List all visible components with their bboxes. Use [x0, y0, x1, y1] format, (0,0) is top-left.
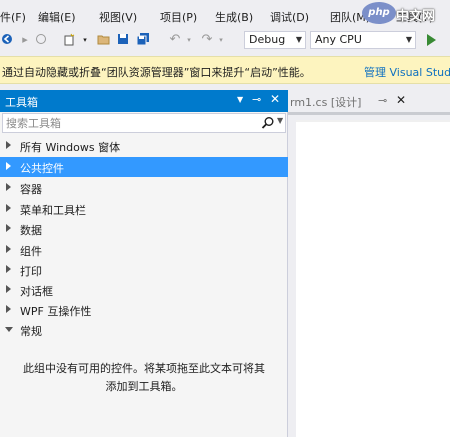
toolbox-group-label: 打印 [20, 265, 42, 278]
expand-arrow-icon [6, 204, 11, 212]
menu-edit[interactable]: 编辑(E) [38, 9, 76, 25]
toolbox-empty-message: 此组中没有可用的控件。将某项拖至此文本可将其 添加到工具箱。 [0, 360, 288, 396]
toolbox-group-label: 公共控件 [20, 162, 64, 175]
redo-icon[interactable]: ↷ [200, 33, 214, 47]
pin-tab-icon[interactable]: ⊸ [378, 94, 387, 107]
toolbox-group-general[interactable]: 常规 [0, 320, 288, 340]
designer-top-strip [296, 120, 450, 122]
menu-project[interactable]: 项目(P) [160, 9, 197, 25]
toolbox-group-label: 数据 [20, 224, 42, 237]
toolbox-panel: 工具箱 ▼ ⊸ ✕ ▼ 所有 Windows 窗体 公共控件 容器 菜单和工具栏… [0, 90, 288, 437]
expand-arrow-icon [6, 162, 11, 170]
php-logo-mark: php [362, 2, 396, 24]
standard-toolbar: ▸ ▾ ↶ ▾ ↷ ▾ Debug ▼ Any CPU ▼ [0, 28, 450, 54]
tab-well-divider [288, 112, 450, 115]
start-debug-icon[interactable] [427, 34, 436, 46]
form-designer-surface[interactable] [296, 120, 450, 437]
toolbox-group-all-windows-forms[interactable]: 所有 Windows 窗体 [0, 136, 288, 156]
pin-icon[interactable]: ⊸ [252, 93, 261, 106]
toolbox-group-label: 常规 [20, 325, 42, 338]
toolbox-group-menus-toolbars[interactable]: 菜单和工具栏 [0, 199, 288, 219]
empty-message-line2: 添加到工具箱。 [105, 380, 183, 393]
expand-arrow-icon [6, 285, 11, 293]
open-file-icon[interactable] [96, 33, 110, 47]
platform-value: Any CPU [315, 33, 362, 46]
info-bar-message: 通过自动隐藏或折叠“团队资源管理器”窗口来提升“启动”性能。 [2, 66, 311, 79]
toolbox-search-input[interactable] [6, 115, 256, 131]
configuration-value: Debug [249, 33, 286, 46]
menu-build[interactable]: 生成(B) [215, 9, 253, 25]
expand-arrow-icon [6, 245, 11, 253]
toolbox-group-label: 对话框 [20, 285, 53, 298]
forward-icon[interactable]: ▸ [18, 33, 32, 47]
menu-bar: 件(F) 编辑(E) 视图(V) 项目(P) 生成(B) 调试(D) 团队(M)… [0, 0, 450, 28]
toolbox-group-label: 组件 [20, 245, 42, 258]
search-icon[interactable] [261, 116, 275, 130]
php-logo-text: 中文网 [396, 9, 436, 24]
php-logo: php 中文网 [362, 2, 448, 24]
new-project-icon[interactable] [62, 33, 76, 47]
solution-configuration-select[interactable]: Debug ▼ [244, 31, 306, 49]
document-area: rm1.cs [设计] ⊸ ✕ [288, 90, 450, 437]
menu-debug[interactable]: 调试(D) [270, 9, 309, 25]
expand-arrow-icon [6, 305, 11, 313]
window-position-dropdown-icon[interactable]: ▼ [237, 95, 243, 104]
solution-platform-select[interactable]: Any CPU ▼ [310, 31, 416, 49]
undo-dropdown-icon[interactable]: ▾ [182, 33, 196, 47]
info-bar-manage-link[interactable]: 管理 Visual Studio [364, 64, 450, 80]
chevron-down-icon: ▼ [295, 35, 302, 44]
dropdown-icon[interactable]: ▾ [78, 33, 92, 47]
menu-view[interactable]: 视图(V) [99, 9, 137, 25]
toolbox-group-common-controls[interactable]: 公共控件 [0, 157, 288, 177]
expand-arrow-icon [6, 265, 11, 273]
expand-arrow-icon [6, 141, 11, 149]
history-icon[interactable] [34, 33, 48, 47]
empty-message-line1: 此组中没有可用的控件。将某项拖至此文本可将其 [23, 362, 265, 375]
toolbox-group-printing[interactable]: 打印 [0, 260, 288, 280]
expand-arrow-icon [6, 183, 11, 191]
toolbox-group-dialogs[interactable]: 对话框 [0, 280, 288, 300]
document-tab[interactable]: rm1.cs [设计] ⊸ ✕ [288, 90, 450, 112]
collapse-arrow-icon [5, 327, 13, 332]
document-tab-label[interactable]: rm1.cs [设计] [290, 94, 361, 110]
toolbox-group-wpf-interop[interactable]: WPF 互操作性 [0, 300, 288, 320]
toolbox-group-label: 菜单和工具栏 [20, 204, 86, 217]
toolbox-group-components[interactable]: 组件 [0, 240, 288, 260]
expand-arrow-icon [6, 224, 11, 232]
close-icon[interactable]: ✕ [270, 92, 280, 106]
info-bar: 通过自动隐藏或折叠“团队资源管理器”窗口来提升“启动”性能。 管理 Visual… [0, 56, 450, 84]
toolbox-title: 工具箱 [5, 96, 38, 109]
save-icon[interactable] [116, 33, 130, 47]
save-all-icon[interactable] [136, 33, 150, 47]
toolbox-group-data[interactable]: 数据 [0, 219, 288, 239]
toolbox-search[interactable]: ▼ [2, 113, 286, 133]
redo-dropdown-icon[interactable]: ▾ [214, 33, 228, 47]
chevron-down-icon: ▼ [405, 35, 412, 44]
undo-icon[interactable]: ↶ [168, 33, 182, 47]
back-icon[interactable] [0, 33, 14, 47]
toolbox-header: 工具箱 ▼ ⊸ ✕ [0, 90, 288, 112]
menu-file[interactable]: 件(F) [0, 9, 26, 25]
search-options-dropdown-icon[interactable]: ▼ [277, 116, 283, 125]
toolbox-group-containers[interactable]: 容器 [0, 178, 288, 198]
toolbox-group-label: 容器 [20, 183, 42, 196]
toolbox-group-label: 所有 Windows 窗体 [20, 141, 121, 154]
toolbox-group-label: WPF 互操作性 [20, 305, 92, 318]
close-tab-icon[interactable]: ✕ [396, 93, 406, 107]
